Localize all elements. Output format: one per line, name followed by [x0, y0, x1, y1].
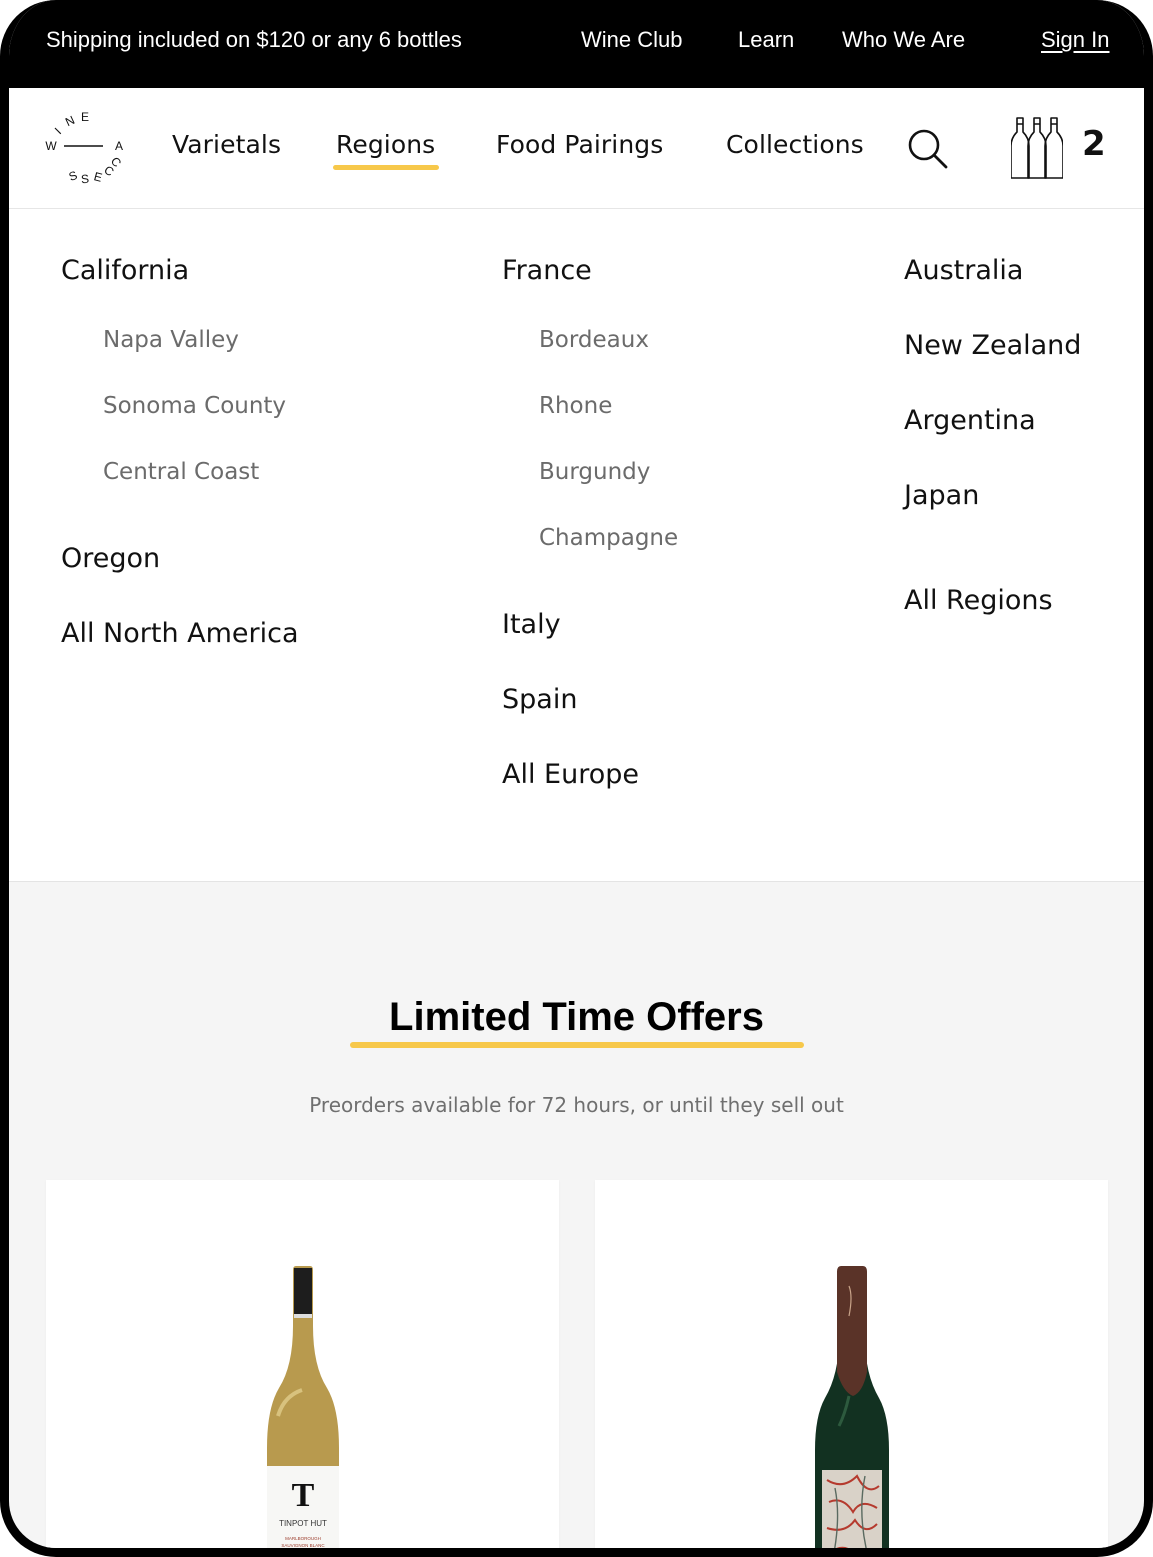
subregion-sonoma-county[interactable]: Sonoma County: [103, 393, 286, 419]
nav-varietals[interactable]: Varietals: [172, 130, 281, 159]
wine-club-link[interactable]: Wine Club: [581, 27, 682, 53]
nav-collections[interactable]: Collections: [726, 130, 864, 159]
region-japan[interactable]: Japan: [904, 480, 979, 511]
sparkling-wine-bottle-image: [815, 1266, 889, 1548]
white-wine-bottle-image: T TINPOT HUT MARLBOROUGH SAUVIGNON BLANC: [267, 1266, 339, 1548]
region-new-zealand[interactable]: New Zealand: [904, 330, 1081, 361]
label-region: MARLBOROUGH: [285, 1536, 321, 1541]
region-france[interactable]: France: [502, 255, 592, 286]
region-italy[interactable]: Italy: [502, 609, 561, 640]
label-name: TINPOT HUT: [279, 1519, 327, 1528]
product-card[interactable]: T TINPOT HUT MARLBOROUGH SAUVIGNON BLANC: [46, 1180, 559, 1548]
device-frame: Shipping included on $120 or any 6 bottl…: [0, 0, 1153, 1557]
cart-count[interactable]: 2: [1082, 124, 1106, 164]
subregion-champagne[interactable]: Champagne: [539, 525, 678, 551]
label-brand: T: [292, 1477, 315, 1514]
region-california[interactable]: California: [61, 255, 189, 286]
region-all-regions[interactable]: All Regions: [904, 585, 1053, 616]
region-all-europe[interactable]: All Europe: [502, 759, 639, 790]
logo-letter: S: [67, 168, 79, 184]
region-argentina[interactable]: Argentina: [904, 405, 1036, 436]
announcement-bar: Shipping included on $120 or any 6 bottl…: [9, 0, 1144, 88]
logo-letter: C: [101, 163, 116, 180]
nav-regions[interactable]: Regions: [336, 130, 435, 159]
main-nav: W I N E A C C E S S Varietals Regions Fo…: [9, 88, 1144, 209]
region-oregon[interactable]: Oregon: [61, 543, 160, 574]
subregion-napa-valley[interactable]: Napa Valley: [103, 327, 239, 353]
nav-food-pairings[interactable]: Food Pairings: [496, 130, 663, 159]
regions-mega-menu: California Napa Valley Sonoma County Cen…: [9, 209, 1144, 882]
shipping-promo: Shipping included on $120 or any 6 bottl…: [46, 27, 462, 52]
label-varietal: SAUVIGNON BLANC: [281, 1543, 325, 1548]
wine-access-logo[interactable]: W I N E A C C E S S: [45, 108, 125, 188]
region-all-north-america[interactable]: All North America: [61, 618, 299, 649]
subregion-central-coast[interactable]: Central Coast: [103, 459, 259, 485]
who-we-are-link[interactable]: Who We Are: [842, 27, 965, 53]
logo-letter: N: [63, 113, 77, 129]
offers-title: Limited Time Offers: [389, 995, 764, 1039]
offers-title-underline: [350, 1042, 804, 1048]
product-card[interactable]: [595, 1180, 1108, 1548]
logo-letter: S: [80, 172, 89, 187]
sign-in-link[interactable]: Sign In: [1041, 27, 1110, 53]
active-nav-underline: [333, 165, 439, 170]
subregion-rhone[interactable]: Rhone: [539, 393, 612, 419]
logo-letter: A: [115, 139, 123, 153]
subregion-burgundy[interactable]: Burgundy: [539, 459, 650, 485]
search-icon[interactable]: [907, 128, 949, 170]
logo-letter: W: [45, 139, 57, 153]
logo-letter: E: [92, 169, 103, 185]
logo-letter: E: [81, 110, 89, 124]
learn-link[interactable]: Learn: [738, 27, 794, 53]
wine-bottles-icon[interactable]: [1011, 116, 1063, 180]
region-australia[interactable]: Australia: [904, 255, 1023, 286]
logo-letter: I: [52, 125, 64, 137]
region-spain[interactable]: Spain: [502, 684, 577, 715]
offers-subtitle: Preorders available for 72 hours, or unt…: [309, 1093, 844, 1117]
subregion-bordeaux[interactable]: Bordeaux: [539, 327, 649, 353]
